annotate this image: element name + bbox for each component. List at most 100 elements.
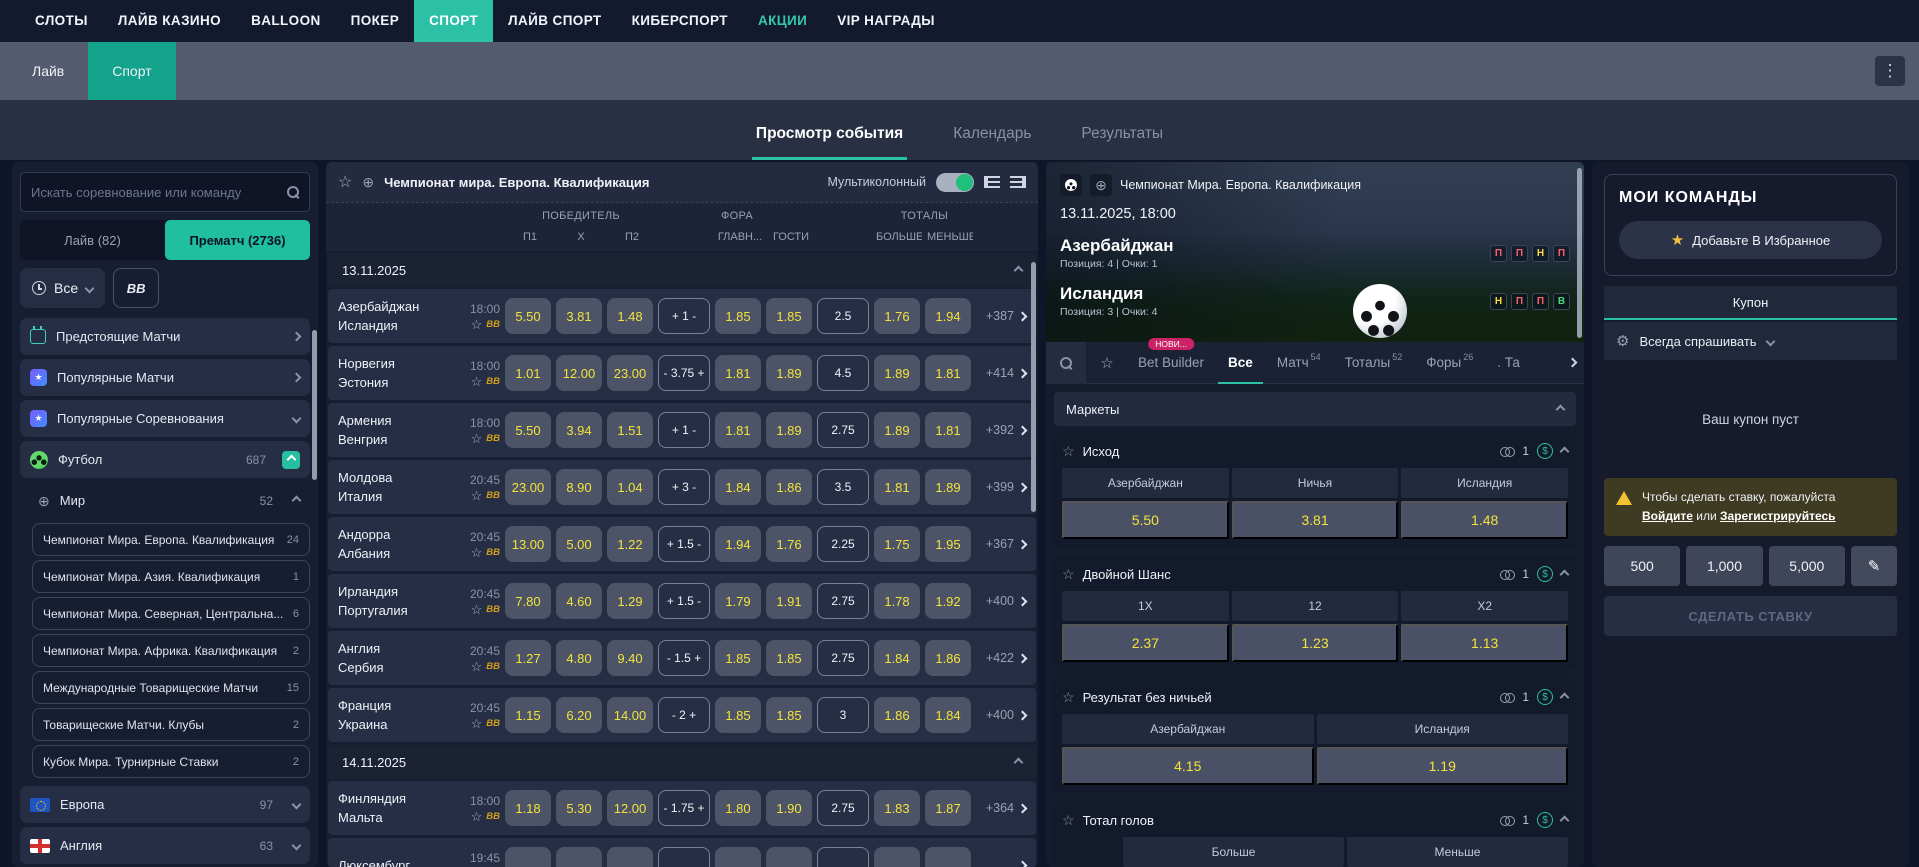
outcome-odd[interactable]: 1.13 <box>1401 624 1568 662</box>
odd-over[interactable]: 1.75 <box>874 526 920 562</box>
market-header[interactable]: ☆ Тотал голов 1 $ <box>1062 803 1570 837</box>
odd-under[interactable]: 1.81 <box>925 355 971 391</box>
total-line[interactable]: 4.5 <box>817 355 869 391</box>
odd-p1[interactable]: 5.50 <box>505 298 551 334</box>
odd-x[interactable]: 3.81 <box>556 298 602 334</box>
market-header[interactable]: ☆ Двойной Шанс 1 $ <box>1062 557 1570 591</box>
market-search-button[interactable] <box>1046 341 1086 384</box>
odd-under[interactable]: 1.92 <box>925 583 971 619</box>
odd-x[interactable]: 5.30 <box>556 790 602 826</box>
odd-handicap-home[interactable]: 1.81 <box>715 412 761 448</box>
odd-p1[interactable]: 23.00 <box>505 469 551 505</box>
favorite-star-icon[interactable]: ☆ <box>471 489 483 502</box>
odd-handicap-away[interactable]: 1.91 <box>766 583 812 619</box>
market-tab-2[interactable]: Матч 54 <box>1267 342 1331 384</box>
odd-over[interactable]: 1.76 <box>874 298 920 334</box>
market-tab-3[interactable]: Тоталы 52 <box>1335 342 1413 384</box>
total-line[interactable] <box>817 847 869 867</box>
sidebar-league-1[interactable]: Чемпионат Мира. Азия. Квалификация 1 <box>32 560 310 593</box>
sidebar-quick-link-1[interactable]: ★ Популярные Матчи <box>20 359 310 396</box>
odd-handicap-away[interactable]: 1.76 <box>766 526 812 562</box>
stake-1[interactable]: 1,000 <box>1686 546 1763 587</box>
stake-0[interactable]: 500 <box>1604 546 1681 587</box>
odd-p2[interactable]: 1.04 <box>607 469 653 505</box>
handicap-line[interactable]: - 1.75 + <box>658 790 710 826</box>
more-markets-link[interactable]: +387 <box>976 309 1028 323</box>
match-row[interactable]: Франция Украина 20:45 ☆ BB 1.15 6.20 14.00- 2 +… <box>328 688 1036 742</box>
odd-handicap-away[interactable]: 1.86 <box>766 469 812 505</box>
odd-handicap-home[interactable] <box>715 847 761 867</box>
odd-p2[interactable]: 1.22 <box>607 526 653 562</box>
odd-x[interactable]: 12.00 <box>556 355 602 391</box>
match-row[interactable]: Молдова Италия 20:45 ☆ BB 23.00 8.90 1.04 + 3 -1… <box>328 460 1036 514</box>
market-tab-4[interactable]: Форы 26 <box>1416 342 1483 384</box>
handicap-line[interactable]: + 3 - <box>658 469 710 505</box>
favorite-star-icon[interactable]: ☆ <box>1062 443 1075 460</box>
match-row[interactable]: Англия Сербия 20:45 ☆ BB 1.27 4.80 9.40- 1.5 +1… <box>328 631 1036 685</box>
date-row[interactable]: 13.11.2025 <box>328 253 1036 287</box>
odd-handicap-home[interactable]: 1.81 <box>715 355 761 391</box>
total-line[interactable]: 3.5 <box>817 469 869 505</box>
match-row[interactable]: Финляндия Мальта 18:00 ☆ BB 1.18 5.30 12.00- 1.… <box>328 781 1036 835</box>
odd-over[interactable] <box>874 847 920 867</box>
odd-x[interactable]: 4.60 <box>556 583 602 619</box>
total-line[interactable]: 2.25 <box>817 526 869 562</box>
odd-handicap-away[interactable]: 1.89 <box>766 412 812 448</box>
odd-p1[interactable]: 1.15 <box>505 697 551 733</box>
odd-p2[interactable] <box>607 847 653 867</box>
sidebar-league-5[interactable]: Товарищеские Матчи. Клубы 2 <box>32 708 310 741</box>
sidebar-quick-link-0[interactable]: Предстоящие Матчи <box>20 318 310 355</box>
favorite-star-icon[interactable]: ☆ <box>471 375 483 388</box>
odd-handicap-home[interactable]: 1.85 <box>715 697 761 733</box>
more-markets-link[interactable]: +400 <box>976 708 1028 722</box>
odd-over[interactable]: 1.89 <box>874 355 920 391</box>
handicap-line[interactable] <box>658 847 710 867</box>
odd-under[interactable]: 1.95 <box>925 526 971 562</box>
sidebar-country-0[interactable]: Европа 97 <box>20 786 310 823</box>
odd-over[interactable]: 1.78 <box>874 583 920 619</box>
handicap-line[interactable]: - 2 + <box>658 697 710 733</box>
always-ask-dropdown[interactable]: ⚙ Всегда спрашивать <box>1604 322 1897 360</box>
favorite-star-icon[interactable]: ☆ <box>471 660 483 673</box>
odd-p2[interactable]: 9.40 <box>607 640 653 676</box>
view-tab-0[interactable]: Просмотр события <box>751 125 908 160</box>
place-bet-button[interactable]: СДЕЛАТЬ СТАВКУ <box>1604 596 1897 637</box>
odd-x[interactable] <box>556 847 602 867</box>
odd-handicap-away[interactable]: 1.85 <box>766 697 812 733</box>
date-row[interactable]: 14.11.2025 <box>328 745 1036 779</box>
odd-handicap-home[interactable]: 1.84 <box>715 469 761 505</box>
more-markets-link[interactable]: +367 <box>976 537 1028 551</box>
sidebar-quick-link-2[interactable]: ★ Популярные Соревнования <box>20 400 310 437</box>
odd-over[interactable]: 1.81 <box>874 469 920 505</box>
more-markets-link[interactable] <box>976 860 1028 867</box>
topnav-item-1[interactable]: ЛАЙВ КАЗИНО <box>103 0 236 42</box>
favorite-star-icon[interactable]: ☆ <box>471 318 483 331</box>
odd-p1[interactable] <box>505 847 551 867</box>
odd-x[interactable]: 5.00 <box>556 526 602 562</box>
handicap-line[interactable]: + 1 - <box>658 298 710 334</box>
match-row[interactable]: Норвегия Эстония 18:00 ☆ BB 1.01 12.00 23.00- 3… <box>328 346 1036 400</box>
odd-p2[interactable]: 14.00 <box>607 697 653 733</box>
sidebar-league-2[interactable]: Чемпионат Мира. Северная, Центральна... 6 <box>32 597 310 630</box>
coupon-tab[interactable]: Купон <box>1604 286 1897 320</box>
outcome-odd[interactable]: 1.23 <box>1231 624 1399 662</box>
outcome-odd[interactable]: 2.37 <box>1062 624 1229 662</box>
multicolumn-toggle[interactable] <box>936 172 974 192</box>
odd-over[interactable]: 1.84 <box>874 640 920 676</box>
outcome-odd[interactable]: 4.15 <box>1062 747 1314 785</box>
mode-tab-0[interactable]: Лайв (82) <box>20 220 165 260</box>
total-line[interactable]: 2.75 <box>817 790 869 826</box>
favorite-star-icon[interactable]: ☆ <box>471 717 483 730</box>
odd-under[interactable]: 1.89 <box>925 469 971 505</box>
odd-under[interactable]: 1.94 <box>925 298 971 334</box>
collapse-button[interactable] <box>282 450 300 469</box>
favorite-star-icon[interactable]: ☆ <box>1062 812 1075 829</box>
total-line[interactable]: 2.75 <box>817 412 869 448</box>
register-link[interactable]: Зарегистрируйтесь <box>1720 509 1836 523</box>
topnav-item-8[interactable]: VIP НАГРАДЫ <box>822 0 950 42</box>
topnav-item-5[interactable]: ЛАЙВ СПОРТ <box>493 0 616 42</box>
favorite-star-icon[interactable]: ☆ <box>471 810 483 823</box>
mode-tab-1[interactable]: Прематч (2736) <box>165 220 310 260</box>
sidebar-league-3[interactable]: Чемпионат Мира. Африка. Квалификация 2 <box>32 634 310 667</box>
sidebar-league-0[interactable]: Чемпионат Мира. Европа. Квалификация 24 <box>32 523 310 556</box>
